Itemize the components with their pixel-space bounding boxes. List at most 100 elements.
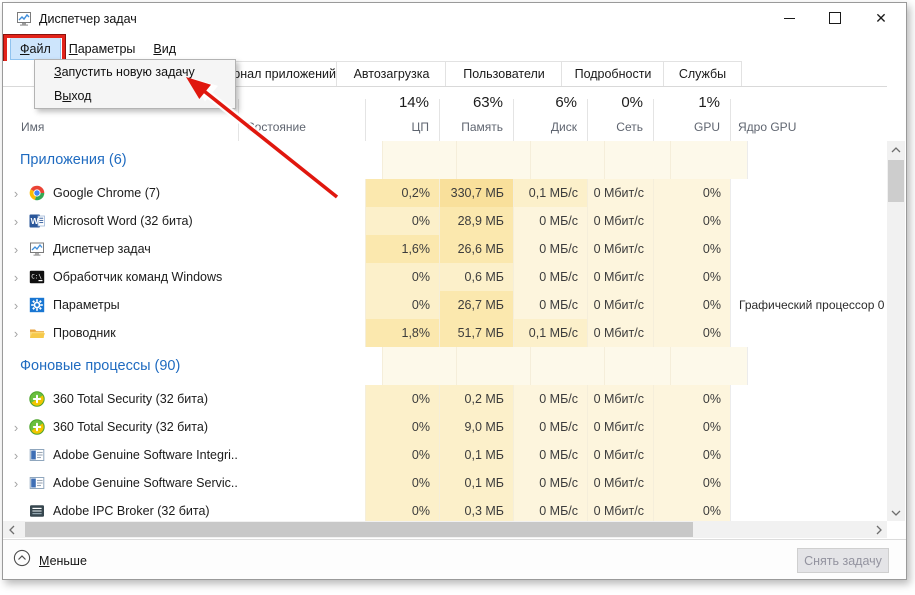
col-gpu-header[interactable]: GPU: [653, 120, 720, 134]
process-row[interactable]: ›Проводник1,8%51,7 МБ0,1 МБ/с0 Мбит/с0%: [3, 319, 887, 347]
scroll-left-icon[interactable]: [3, 521, 20, 538]
expand-chevron-icon[interactable]: ›: [3, 420, 29, 435]
process-row[interactable]: Adobe IPC Broker (32 бита)0%0,3 МБ0 МБ/с…: [3, 497, 887, 521]
process-row[interactable]: ›WMicrosoft Word (32 бита)0%28,9 МБ0 МБ/…: [3, 207, 887, 235]
col-cpu-header[interactable]: ЦП: [365, 120, 429, 134]
tab-службы[interactable]: Службы: [663, 61, 742, 86]
process-row[interactable]: ›Adobe Genuine Software Integri...0%0,1 …: [3, 441, 887, 469]
status-cell: [238, 441, 365, 469]
group-header-row[interactable]: Фоновые процессы (90): [3, 347, 887, 385]
process-row[interactable]: ›Диспетчер задач1,6%26,6 МБ0 МБ/с0 Мбит/…: [3, 235, 887, 263]
fewer-details-label: Меньше: [39, 554, 87, 568]
col-net-header[interactable]: Сеть: [587, 120, 643, 134]
col-cpu-total[interactable]: 14%: [365, 94, 429, 111]
gpu-value-cell: 0%: [653, 469, 730, 497]
process-label: Google Chrome (7): [53, 186, 160, 200]
group-header-row[interactable]: Приложения (6): [3, 141, 887, 179]
col-gpu-total[interactable]: 1%: [653, 94, 720, 111]
menu-options[interactable]: Параметры: [60, 39, 145, 59]
heat-cell: [530, 141, 604, 179]
disk-value-cell: 0 МБ/с: [513, 235, 587, 263]
process-label: Adobe IPC Broker (32 бита): [53, 504, 210, 518]
expand-chevron-icon[interactable]: ›: [3, 270, 29, 285]
title-bar: Диспетчер задач ✕: [3, 3, 906, 36]
process-name-cell: Adobe IPC Broker (32 бита): [3, 497, 238, 521]
disk-value-cell: 0 МБ/с: [513, 263, 587, 291]
process-row[interactable]: 360 Total Security (32 бита)0%0,2 МБ0 МБ…: [3, 385, 887, 413]
process-name-cell: ›Adobe Genuine Software Integri...: [3, 441, 238, 469]
end-task-button[interactable]: Снять задачу: [797, 548, 889, 573]
process-label: Параметры: [53, 298, 120, 312]
col-mem-total[interactable]: 63%: [439, 94, 503, 111]
process-label: 360 Total Security (32 бита): [53, 420, 208, 434]
fewer-details-button[interactable]: Меньше: [13, 549, 87, 572]
col-disk-total[interactable]: 6%: [513, 94, 577, 111]
gpu-engine-cell: Графический процессор 0 -: [730, 291, 887, 319]
group-label: Фоновые процессы (90): [3, 347, 255, 385]
tab-пользователи[interactable]: Пользователи: [445, 61, 563, 86]
col-status-header[interactable]: Состояние: [246, 120, 306, 134]
expand-chevron-icon[interactable]: ›: [3, 214, 29, 229]
heat-cell: [456, 347, 530, 385]
expand-chevron-icon[interactable]: ›: [3, 242, 29, 257]
process-row[interactable]: ›Adobe Genuine Software Servic...0%0,1 М…: [3, 469, 887, 497]
gpu-engine-cell: [730, 179, 887, 207]
gpu-value-cell: 0%: [653, 207, 730, 235]
maximize-button[interactable]: [812, 3, 858, 33]
menu-item-exit[interactable]: Выход: [35, 84, 235, 108]
gpu-value-cell: 0%: [653, 441, 730, 469]
expand-chevron-icon[interactable]: ›: [3, 326, 29, 341]
process-name-cell: › 360 Total Security (32 бита): [3, 413, 238, 441]
process-row[interactable]: ›Параметры0%26,7 МБ0 МБ/с0 Мбит/с0%Графи…: [3, 291, 887, 319]
horizontal-scroll-thumb[interactable]: [25, 522, 693, 537]
svg-text:W: W: [31, 216, 40, 226]
tab-подробности[interactable]: Подробности: [561, 61, 665, 86]
process-name-cell: ›C:\Обработчик команд Windows: [3, 263, 238, 291]
menu-file[interactable]: Файл: [11, 39, 60, 59]
expand-chevron-icon[interactable]: ›: [3, 298, 29, 313]
process-row[interactable]: ›C:\Обработчик команд Windows0%0,6 МБ0 М…: [3, 263, 887, 291]
column-divider[interactable]: [238, 99, 239, 141]
net-value-cell: 0 Мбит/с: [587, 179, 653, 207]
gpu-value-cell: 0%: [653, 385, 730, 413]
word-icon: W: [29, 213, 45, 229]
minimize-button[interactable]: [766, 3, 812, 33]
status-cell: [255, 141, 382, 179]
vertical-scrollbar[interactable]: [887, 141, 905, 521]
expand-chevron-icon[interactable]: ›: [3, 186, 29, 201]
heat-cell: [670, 347, 747, 385]
close-button[interactable]: ✕: [858, 3, 904, 33]
col-net-total[interactable]: 0%: [587, 94, 643, 111]
menu-view[interactable]: Вид: [144, 39, 185, 59]
scroll-down-icon[interactable]: [887, 504, 905, 521]
settings-icon: [29, 297, 45, 313]
col-gpu-engine-header[interactable]: Ядро GPU: [738, 120, 796, 134]
status-cell: [238, 385, 365, 413]
status-cell: [238, 469, 365, 497]
process-row[interactable]: ›360 Total Security (32 бита)0%9,0 МБ0 М…: [3, 413, 887, 441]
gpu-engine-cell: [730, 207, 887, 235]
process-row[interactable]: ›Google Chrome (7)0,2%330,7 МБ0,1 МБ/с0 …: [3, 179, 887, 207]
disk-value-cell: 0 МБ/с: [513, 441, 587, 469]
scroll-up-icon[interactable]: [887, 141, 905, 158]
horizontal-scrollbar[interactable]: [3, 521, 887, 538]
cpu-value-cell: 0%: [365, 385, 439, 413]
taskmgr-icon: [29, 241, 45, 257]
task-manager-window: Диспетчер задач ✕ ФайлПараметрыВид Журна…: [2, 2, 907, 580]
expand-chevron-icon[interactable]: ›: [3, 448, 29, 463]
disk-value-cell: 0 МБ/с: [513, 207, 587, 235]
col-disk-header[interactable]: Диск: [513, 120, 577, 134]
col-mem-header[interactable]: Память: [439, 120, 503, 134]
column-divider[interactable]: [730, 99, 731, 141]
tab-автозагрузка[interactable]: Автозагрузка: [336, 61, 447, 86]
chrome-icon: [29, 185, 45, 201]
expand-chevron-icon[interactable]: ›: [3, 476, 29, 491]
adobedoc-icon: [29, 475, 45, 491]
scroll-right-icon[interactable]: [870, 521, 887, 538]
process-label: Adobe Genuine Software Servic...: [53, 476, 238, 490]
menu-item-run-new-task[interactable]: Запустить новую задачу: [35, 60, 235, 84]
col-name-header[interactable]: Имя: [21, 120, 44, 134]
vertical-scroll-thumb[interactable]: [888, 160, 904, 202]
cpu-value-cell: 1,6%: [365, 235, 439, 263]
heat-cell: [670, 141, 747, 179]
